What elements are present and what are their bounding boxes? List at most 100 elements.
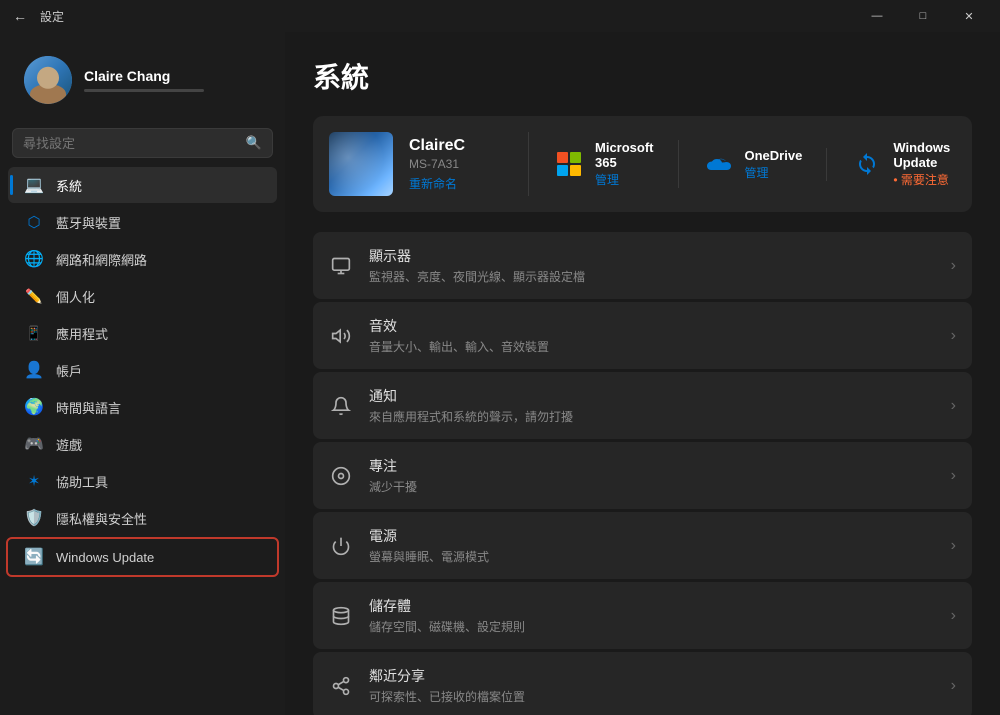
profile-details: ClaireC MS-7A31 重新命名: [409, 137, 465, 192]
chevron-right-icon: ›: [951, 607, 956, 625]
titlebar: ← 設定 — □ ✕: [0, 0, 1000, 32]
nearby-sharing-text: 鄰近分享 可探索性、已接收的檔案位置: [369, 666, 935, 705]
minimize-button[interactable]: —: [854, 0, 900, 32]
profile-card: ClaireC MS-7A31 重新命名: [329, 132, 529, 196]
notifications-desc: 來自應用程式和系統的聲示，請勿打擾: [369, 408, 935, 425]
page-title: 系統: [313, 56, 972, 96]
onedrive-action[interactable]: 管理: [745, 164, 803, 181]
sidebar-item-label: 藍牙與裝置: [56, 213, 121, 232]
sidebar: Claire Chang 🔍 💻 系統 ⬡ 藍牙與裝置 🌐 網路和網際網路: [0, 32, 285, 715]
power-text: 電源 螢幕與睡眠、電源模式: [369, 526, 935, 565]
display-desc: 監視器、亮度、夜間光線、顯示器設定檔: [369, 268, 935, 285]
accounts-icon: 👤: [24, 360, 44, 380]
ms365-icon: [553, 148, 585, 180]
window-controls: — □ ✕: [854, 0, 992, 32]
sidebar-item-label: Windows Update: [56, 550, 154, 565]
close-button[interactable]: ✕: [946, 0, 992, 32]
sidebar-item-apps[interactable]: 📱 應用程式: [8, 315, 277, 351]
network-icon: 🌐: [24, 249, 44, 269]
profile-name: ClaireC: [409, 137, 465, 155]
display-icon: [329, 254, 353, 278]
back-button[interactable]: ←: [8, 4, 32, 28]
storage-text: 儲存體 儲存空間、磁碟機、設定規則: [369, 596, 935, 635]
chevron-right-icon: ›: [951, 537, 956, 555]
sidebar-item-label: 應用程式: [56, 324, 108, 343]
focus-title: 專注: [369, 456, 935, 476]
settings-item-display[interactable]: 顯示器 監視器、亮度、夜間光線、顯示器設定檔 ›: [313, 232, 972, 299]
wu-name: Windows Update: [893, 140, 950, 170]
sidebar-item-label: 網路和網際網路: [56, 250, 147, 269]
sound-title: 音效: [369, 316, 935, 336]
sound-text: 音效 音量大小、輸出、輸入、音效裝置: [369, 316, 935, 355]
settings-item-storage[interactable]: 儲存體 儲存空間、磁碟機、設定規則 ›: [313, 582, 972, 649]
ms365-info: Microsoft 365 管理: [595, 140, 654, 188]
focus-text: 專注 減少干擾: [369, 456, 935, 495]
settings-item-power[interactable]: 電源 螢幕與睡眠、電源模式 ›: [313, 512, 972, 579]
ms365-name: Microsoft 365: [595, 140, 654, 170]
notifications-title: 通知: [369, 386, 935, 406]
sidebar-item-label: 系統: [56, 176, 82, 195]
onedrive-icon: [703, 148, 735, 180]
time-icon: 🌍: [24, 397, 44, 417]
chevron-right-icon: ›: [951, 467, 956, 485]
sidebar-item-label: 帳戶: [56, 361, 82, 380]
sidebar-item-label: 個人化: [56, 287, 95, 306]
rename-link[interactable]: 重新命名: [409, 175, 465, 192]
settings-list: 顯示器 監視器、亮度、夜間光線、顯示器設定檔 › 音效 音量大小、輸出、輸入、音…: [313, 232, 972, 715]
titlebar-left: ← 設定: [8, 4, 64, 28]
settings-item-notifications[interactable]: 通知 來自應用程式和系統的聲示，請勿打擾 ›: [313, 372, 972, 439]
nearby-sharing-title: 鄰近分享: [369, 666, 935, 686]
windows-update-icon: 🔄: [24, 547, 44, 567]
settings-item-sound[interactable]: 音效 音量大小、輸出、輸入、音效裝置 ›: [313, 302, 972, 369]
chevron-right-icon: ›: [951, 677, 956, 695]
settings-item-focus[interactable]: 專注 減少干擾 ›: [313, 442, 972, 509]
sidebar-item-network[interactable]: 🌐 網路和網際網路: [8, 241, 277, 277]
focus-desc: 減少干擾: [369, 478, 935, 495]
user-profile[interactable]: Claire Chang: [8, 44, 277, 116]
bell-icon: [329, 394, 353, 418]
personalization-icon: ✏️: [24, 286, 44, 306]
user-name: Claire Chang: [84, 68, 261, 84]
profile-model: MS-7A31: [409, 157, 465, 171]
sidebar-item-label: 遊戲: [56, 435, 82, 454]
user-subtitle: [84, 89, 204, 92]
user-info: Claire Chang: [84, 68, 261, 92]
sidebar-item-windows-update[interactable]: 🔄 Windows Update: [6, 537, 279, 577]
search-box[interactable]: 🔍: [12, 128, 273, 158]
sidebar-item-gaming[interactable]: 🎮 遊戲: [8, 426, 277, 462]
power-icon: [329, 534, 353, 558]
info-cards: ClaireC MS-7A31 重新命名 Microsoft 365: [313, 116, 972, 212]
nav-list: 💻 系統 ⬡ 藍牙與裝置 🌐 網路和網際網路 ✏️ 個人化 📱 應用程式 👤: [0, 166, 285, 578]
display-title: 顯示器: [369, 246, 935, 266]
storage-title: 儲存體: [369, 596, 935, 616]
maximize-button[interactable]: □: [900, 0, 946, 32]
sound-desc: 音量大小、輸出、輸入、音效裝置: [369, 338, 935, 355]
privacy-icon: 🛡️: [24, 508, 44, 528]
sidebar-item-system[interactable]: 💻 系統: [8, 167, 277, 203]
main-content: 系統 ClaireC MS-7A31 重新命名: [285, 32, 1000, 715]
onedrive-name: OneDrive: [745, 148, 803, 163]
share-icon: [329, 674, 353, 698]
sidebar-item-personalization[interactable]: ✏️ 個人化: [8, 278, 277, 314]
avatar-image: [24, 56, 72, 104]
ms365-card: Microsoft 365 管理: [529, 140, 679, 188]
chevron-right-icon: ›: [951, 257, 956, 275]
sidebar-item-accounts[interactable]: 👤 帳戶: [8, 352, 277, 388]
chevron-right-icon: ›: [951, 327, 956, 345]
display-text: 顯示器 監視器、亮度、夜間光線、顯示器設定檔: [369, 246, 935, 285]
wu-card-icon: [851, 148, 883, 180]
ms365-action[interactable]: 管理: [595, 171, 654, 188]
gaming-icon: 🎮: [24, 434, 44, 454]
app-layout: Claire Chang 🔍 💻 系統 ⬡ 藍牙與裝置 🌐 網路和網際網路: [0, 32, 1000, 715]
accessibility-icon: ✶: [24, 471, 44, 491]
focus-icon: [329, 464, 353, 488]
settings-item-nearby-sharing[interactable]: 鄰近分享 可探索性、已接收的檔案位置 ›: [313, 652, 972, 715]
sidebar-item-time[interactable]: 🌍 時間與語言: [8, 389, 277, 425]
sound-icon: [329, 324, 353, 348]
profile-thumbnail: [329, 132, 393, 196]
sidebar-item-privacy[interactable]: 🛡️ 隱私權與安全性: [8, 500, 277, 536]
search-icon: 🔍: [246, 135, 262, 151]
sidebar-item-accessibility[interactable]: ✶ 協助工具: [8, 463, 277, 499]
sidebar-item-bluetooth[interactable]: ⬡ 藍牙與裝置: [8, 204, 277, 240]
search-input[interactable]: [23, 136, 238, 151]
